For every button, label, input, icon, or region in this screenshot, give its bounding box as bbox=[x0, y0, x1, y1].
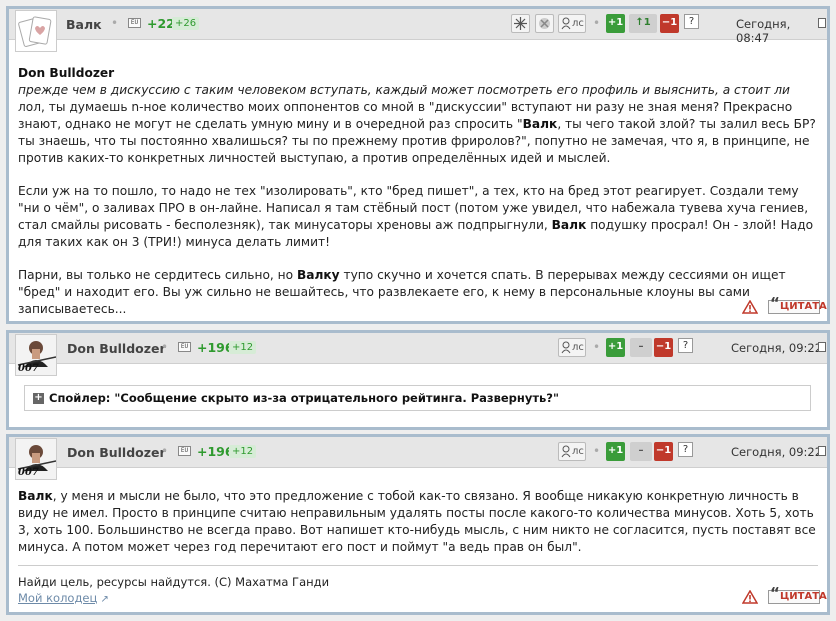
avatar[interactable] bbox=[15, 10, 57, 52]
vote-score-button[interactable]: ↑1 bbox=[629, 14, 657, 33]
quote-mark-icon: “ bbox=[770, 294, 780, 312]
reputation-secondary: +12 bbox=[229, 445, 257, 458]
forum-post: 007 Don Bulldozer • EU +196 +12 лс • +1 … bbox=[6, 434, 830, 615]
post-time: Сегодня, 08:47 bbox=[736, 17, 791, 45]
signature-text: Найди цель, ресурсы найдутся. (С) Махатм… bbox=[18, 575, 330, 589]
vote-plus-button[interactable]: +1 bbox=[606, 338, 625, 357]
private-message-label: лс bbox=[572, 446, 584, 457]
avatar-badge: 007 bbox=[18, 363, 39, 374]
quote-text: прежде чем в дискуссию с таким человеком… bbox=[18, 83, 790, 97]
vote-score-button[interactable]: – bbox=[630, 338, 652, 357]
document-icon[interactable] bbox=[818, 18, 826, 28]
vote-minus-button[interactable]: −1 bbox=[654, 338, 673, 357]
help-button[interactable]: ? bbox=[678, 442, 693, 457]
private-message-button[interactable]: лс bbox=[558, 442, 586, 461]
post-header: 007 Don Bulldozer • EU +196 +12 лс • +1 … bbox=[9, 333, 827, 376]
separator-dot: • bbox=[593, 444, 601, 458]
document-icon[interactable] bbox=[818, 342, 826, 352]
quote-author: Don Bulldozer bbox=[18, 66, 115, 80]
separator-dot: • bbox=[593, 16, 601, 30]
region-flag-icon: EU bbox=[178, 446, 191, 456]
reputation-secondary: +12 bbox=[229, 341, 257, 354]
avatar[interactable]: 007 bbox=[15, 334, 57, 376]
reputation-secondary: +26 bbox=[172, 17, 200, 30]
post-time: Сегодня, 09:22 bbox=[731, 445, 823, 459]
spoiler-label[interactable]: Спойлер: "Сообщение скрыто из-за отрицат… bbox=[49, 391, 559, 405]
post-body: Валк, у меня и мысли не было, что это пр… bbox=[9, 468, 827, 565]
private-message-button[interactable]: лс bbox=[558, 338, 586, 357]
vote-plus-button[interactable]: +1 bbox=[606, 442, 625, 461]
quote-label: ЦИТАТА bbox=[780, 301, 827, 312]
post-paragraph: Парни, вы только не сердитесь сильно, но… bbox=[18, 268, 786, 316]
signature-link[interactable]: Мой колодец bbox=[18, 591, 97, 605]
snowflake-icon[interactable] bbox=[511, 14, 530, 33]
private-message-label: лс bbox=[572, 342, 584, 353]
document-icon[interactable] bbox=[818, 446, 826, 456]
private-message-label: лс bbox=[572, 18, 584, 29]
help-button[interactable]: ? bbox=[678, 338, 693, 353]
post-author[interactable]: Валк bbox=[66, 17, 102, 32]
quote-button[interactable]: “ ЦИТАТА bbox=[768, 294, 827, 314]
expand-icon[interactable]: + bbox=[33, 393, 44, 404]
forum-post: Валк • EU +22 +26 лс • +1 ↑1 −1 ? Сегодн… bbox=[6, 6, 830, 324]
avatar[interactable]: 007 bbox=[15, 438, 57, 480]
vote-score-button[interactable]: – bbox=[630, 442, 652, 461]
post-paragraph: Валк, у меня и мысли не было, что это пр… bbox=[18, 489, 816, 554]
forum-post: 007 Don Bulldozer • EU +196 +12 лс • +1 … bbox=[6, 330, 830, 430]
separator-dot: • bbox=[161, 340, 169, 354]
post-author[interactable]: Don Bulldozer bbox=[67, 445, 166, 460]
post-body: Don Bulldozer прежде чем в дискуссию с т… bbox=[9, 40, 827, 318]
separator-dot: • bbox=[111, 16, 119, 30]
external-link-icon[interactable]: ↗ bbox=[97, 594, 108, 605]
separator-dot: • bbox=[161, 444, 169, 458]
separator-dot: • bbox=[593, 340, 601, 354]
quote-button[interactable]: “ ЦИТАТА bbox=[768, 584, 827, 604]
spoiler[interactable]: + Спойлер: "Сообщение скрыто из-за отриц… bbox=[24, 385, 811, 411]
post-header: Валк • EU +22 +26 лс • +1 ↑1 −1 ? Сегодн… bbox=[9, 9, 827, 52]
post-header: 007 Don Bulldozer • EU +196 +12 лс • +1 … bbox=[9, 437, 827, 480]
signature: Найди цель, ресурсы найдутся. (С) Махатм… bbox=[18, 565, 818, 608]
region-flag-icon: EU bbox=[178, 342, 191, 352]
help-button[interactable]: ? bbox=[684, 14, 699, 29]
reputation: +22 bbox=[147, 16, 175, 31]
vote-minus-button[interactable]: −1 bbox=[660, 14, 679, 33]
post-author[interactable]: Don Bulldozer bbox=[67, 341, 166, 356]
vote-plus-button[interactable]: +1 bbox=[606, 14, 625, 33]
warning-icon[interactable] bbox=[742, 300, 758, 314]
post-time: Сегодня, 09:22 bbox=[731, 341, 823, 355]
ignore-icon[interactable] bbox=[535, 14, 554, 33]
avatar-badge: 007 bbox=[18, 467, 39, 478]
region-flag-icon: EU bbox=[128, 18, 141, 28]
vote-minus-button[interactable]: −1 bbox=[654, 442, 673, 461]
post-paragraph: лол, ты думаешь n-ное количество моих оп… bbox=[18, 100, 816, 165]
warning-icon[interactable] bbox=[742, 590, 758, 604]
quote-label: ЦИТАТА bbox=[780, 591, 827, 602]
quote-mark-icon: “ bbox=[770, 584, 780, 602]
private-message-button[interactable]: лс bbox=[558, 14, 586, 33]
post-paragraph: Если уж на то пошло, то надо не тех "изо… bbox=[18, 184, 814, 249]
